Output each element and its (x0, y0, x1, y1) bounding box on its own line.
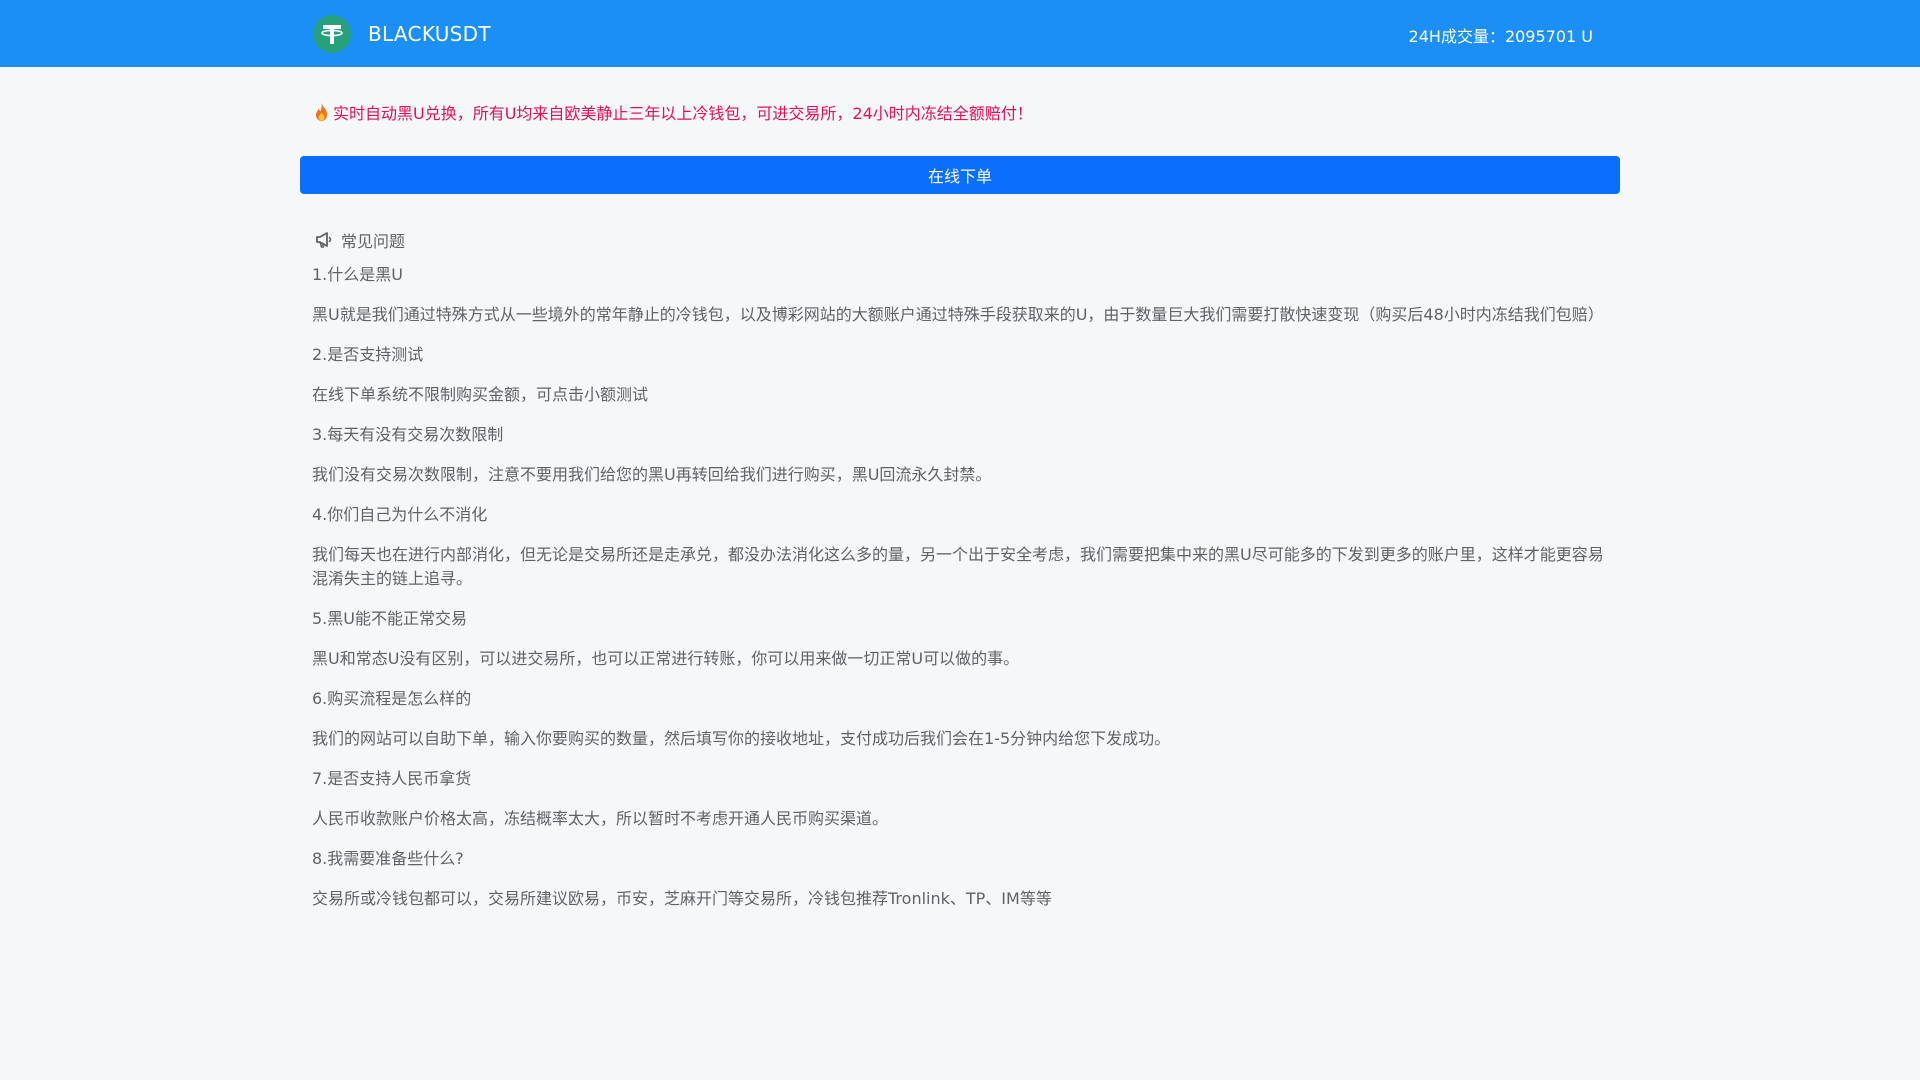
faq-question: 3.每天有没有交易次数限制 (312, 425, 504, 444)
faq-item: 3.每天有没有交易次数限制 我们没有交易次数限制，注意不要用我们给您的黑U再转回… (312, 423, 1612, 487)
promo-notice: 实时自动黑U兑换，所有U均来自欧美静止三年以上冷钱包，可进交易所，24小时内冻结… (312, 100, 1033, 124)
faq-answer: 在线下单系统不限制购买金额，可点击小额测试 (312, 385, 649, 404)
24h-volume: 24H成交量：2095701 U (1408, 27, 1593, 46)
tether-logo-icon (313, 15, 351, 53)
megaphone-icon (316, 232, 332, 248)
faq-item: 4.你们自己为什么不消化 我们每天也在进行内部消化，但无论是交易所还是走承兑，都… (312, 503, 1612, 591)
faq-item: 5.黑U能不能正常交易 黑U和常态U没有区别，可以进交易所，也可以正常进行转账，… (312, 607, 1612, 671)
faq-list: 1.什么是黑U 黑U就是我们通过特殊方式从一些境外的常年静止的冷钱包，以及博彩网… (312, 263, 1612, 911)
top-navbar: BLACKUSDT 24H成交量：2095701 U (0, 0, 1920, 67)
faq-question: 1.什么是黑U (312, 265, 403, 284)
faq-answer: 我们每天也在进行内部消化，但无论是交易所还是走承兑，都没办法消化这么多的量，另一… (312, 545, 1604, 588)
order-online-button[interactable]: 在线下单 (300, 156, 1620, 194)
faq-item: 2.是否支持测试 在线下单系统不限制购买金额，可点击小额测试 (312, 343, 1612, 407)
faq-item: 8.我需要准备些什么? 交易所或冷钱包都可以，交易所建议欧易，币安，芝麻开门等交… (312, 847, 1612, 911)
faq-answer: 黑U就是我们通过特殊方式从一些境外的常年静止的冷钱包，以及博彩网站的大额账户通过… (312, 305, 1604, 324)
faq-answer: 黑U和常态U没有区别，可以进交易所，也可以正常进行转账，你可以用来做一切正常U可… (312, 649, 1020, 668)
faq-question: 4.你们自己为什么不消化 (312, 505, 488, 524)
faq-answer: 人民币收款账户价格太高，冻结概率太大，所以暂时不考虑开通人民币购买渠道。 (312, 809, 889, 828)
faq-answer: 我们的网站可以自助下单，输入你要购买的数量，然后填写你的接收地址，支付成功后我们… (312, 729, 1171, 748)
brand-name: BLACKUSDT (368, 22, 491, 46)
faq-question: 8.我需要准备些什么? (312, 849, 464, 868)
faq-item: 1.什么是黑U 黑U就是我们通过特殊方式从一些境外的常年静止的冷钱包，以及博彩网… (312, 263, 1612, 327)
brand[interactable]: BLACKUSDT (313, 15, 491, 53)
fire-icon (312, 102, 331, 122)
faq-heading: 常见问题 (315, 228, 1612, 252)
faq-section: 常见问题 1.什么是黑U 黑U就是我们通过特殊方式从一些境外的常年静止的冷钱包，… (312, 228, 1612, 927)
faq-question: 5.黑U能不能正常交易 (312, 609, 467, 628)
notice-text: 实时自动黑U兑换，所有U均来自欧美静止三年以上冷钱包，可进交易所，24小时内冻结… (333, 104, 1033, 123)
faq-title: 常见问题 (341, 232, 406, 251)
faq-question: 7.是否支持人民币拿货 (312, 769, 472, 788)
faq-item: 6.购买流程是怎么样的 我们的网站可以自助下单，输入你要购买的数量，然后填写你的… (312, 687, 1612, 751)
faq-answer: 交易所或冷钱包都可以，交易所建议欧易，币安，芝麻开门等交易所，冷钱包推荐Tron… (312, 889, 1052, 908)
faq-question: 2.是否支持测试 (312, 345, 424, 364)
faq-item: 7.是否支持人民币拿货 人民币收款账户价格太高，冻结概率太大，所以暂时不考虑开通… (312, 767, 1612, 831)
faq-question: 6.购买流程是怎么样的 (312, 689, 472, 708)
faq-answer: 我们没有交易次数限制，注意不要用我们给您的黑U再转回给我们进行购买，黑U回流永久… (312, 465, 992, 484)
